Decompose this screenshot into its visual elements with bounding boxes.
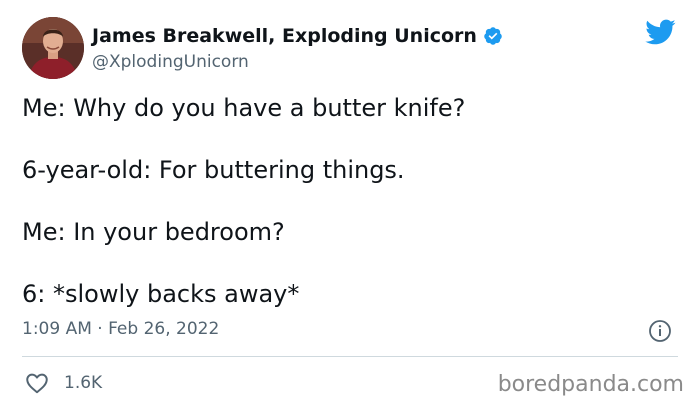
author-name[interactable]: James Breakwell, Exploding Unicorn — [92, 24, 477, 48]
avatar[interactable] — [22, 17, 84, 79]
heart-icon[interactable] — [24, 370, 50, 396]
tweet-timestamp[interactable]: 1:09 AM · Feb 26, 2022 — [22, 318, 219, 340]
tweet-text-line: 6: *slowly backs away* — [22, 280, 300, 308]
tweet-text-line: Me: Why do you have a butter knife? — [22, 94, 466, 122]
tweet-text-line: 6-year-old: For buttering things. — [22, 156, 405, 184]
divider — [22, 356, 678, 357]
author-handle[interactable]: @XplodingUnicorn — [92, 51, 249, 73]
tweet-text-line: Me: In your bedroom? — [22, 218, 285, 246]
twitter-bird-icon[interactable] — [644, 18, 676, 46]
info-icon[interactable] — [648, 319, 672, 343]
avatar-image — [22, 17, 84, 79]
watermark: boredpanda.com — [497, 372, 684, 397]
like-action[interactable]: 1.6K — [24, 370, 102, 396]
like-count: 1.6K — [64, 373, 103, 393]
verified-badge-icon — [484, 27, 502, 45]
author-name-row: James Breakwell, Exploding Unicorn — [92, 24, 503, 48]
